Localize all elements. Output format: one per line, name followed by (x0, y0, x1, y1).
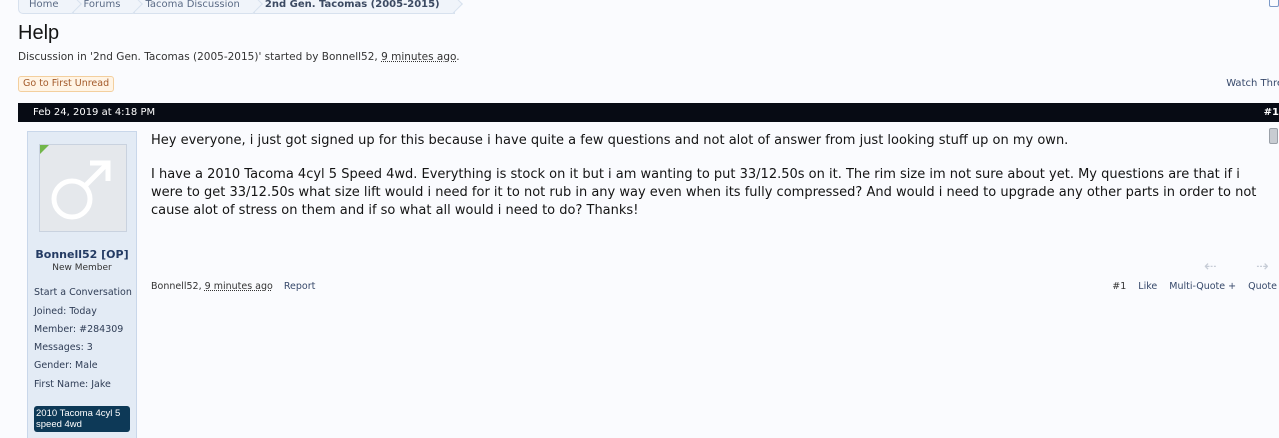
post-time-link[interactable]: 9 minutes ago (205, 281, 273, 292)
user-title: New Member (52, 263, 112, 273)
breadcrumb: Home Forums Tacoma Discussion 2nd Gen. T… (18, 0, 463, 14)
user-messages: Messages: 3 (34, 342, 93, 353)
watch-thread-link[interactable]: Watch Thre (1226, 78, 1279, 89)
user-sidebar: Bonnell52 [OP] New Member Start a Conver… (27, 131, 137, 438)
breadcrumb-label: Home (29, 0, 59, 10)
post-author-link[interactable]: Bonnell52, (151, 281, 202, 292)
breadcrumb-tacoma-discussion[interactable]: Tacoma Discussion (135, 0, 263, 14)
multi-quote-link[interactable]: Multi-Quote + (1169, 281, 1236, 292)
username[interactable]: Bonnell52 [OP] (28, 248, 136, 261)
post-permalink[interactable]: #1 (1112, 281, 1126, 292)
post-paragraph: I have a 2010 Tacoma 4cyl 5 Speed 4wd. E… (151, 167, 1257, 218)
post-header: Feb 24, 2019 at 4:18 PM #1 (18, 103, 1279, 122)
online-marker (40, 145, 50, 155)
user-first-name: First Name: Jake (34, 379, 111, 390)
report-link[interactable]: Report (284, 281, 316, 292)
like-link[interactable]: Like (1138, 281, 1157, 292)
vehicle-badge: 2010 Tacoma 4cyl 5 speed 4wd (34, 406, 130, 432)
user-gender: Gender: Male (34, 360, 98, 371)
previous-post-arrow-icon[interactable]: ⇠ (1204, 257, 1217, 275)
breadcrumb-2nd-gen[interactable]: 2nd Gen. Tacomas (2005-2015) (254, 0, 463, 14)
post-footer-actions: #1 Like Multi-Quote + Quote (1112, 281, 1277, 292)
avatar[interactable] (39, 144, 127, 232)
breadcrumb-forums[interactable]: Forums (73, 0, 144, 14)
go-to-first-unread-button[interactable]: Go to First Unread (18, 76, 115, 92)
post-date[interactable]: Feb 24, 2019 at 4:18 PM (33, 107, 155, 118)
start-conversation-link[interactable]: Start a Conversation (34, 287, 132, 298)
thread-meta-time[interactable]: 9 minutes ago (381, 51, 456, 63)
thread-meta: Discussion in '2nd Gen. Tacomas (2005-20… (18, 51, 460, 63)
breadcrumb-label: Tacoma Discussion (145, 0, 240, 10)
post-number[interactable]: #1 (1264, 107, 1279, 118)
expand-icon[interactable] (1269, 0, 1279, 7)
next-post-arrow-icon[interactable]: ⇢ (1256, 257, 1269, 275)
post-footer-author: Bonnell52, 9 minutes ago Report (151, 281, 315, 292)
breadcrumb-home[interactable]: Home (18, 0, 82, 14)
post-paragraph: Hey everyone, i just got signed up for t… (151, 133, 1069, 148)
thread-title: Help (18, 22, 60, 44)
quote-link[interactable]: Quote (1248, 281, 1277, 292)
thread-meta-end: . (456, 51, 460, 63)
breadcrumb-label: 2nd Gen. Tacomas (2005-2015) (264, 0, 440, 10)
thread-meta-text: Discussion in '2nd Gen. Tacomas (2005-20… (18, 51, 378, 63)
scrollbar-thumb[interactable] (1269, 128, 1278, 144)
male-symbol-icon (51, 160, 111, 220)
user-joined: Joined: Today (34, 306, 97, 317)
post-body: Hey everyone, i just got signed up for t… (151, 132, 1269, 236)
user-member-number: Member: #284309 (34, 324, 124, 335)
breadcrumb-label: Forums (83, 0, 121, 10)
